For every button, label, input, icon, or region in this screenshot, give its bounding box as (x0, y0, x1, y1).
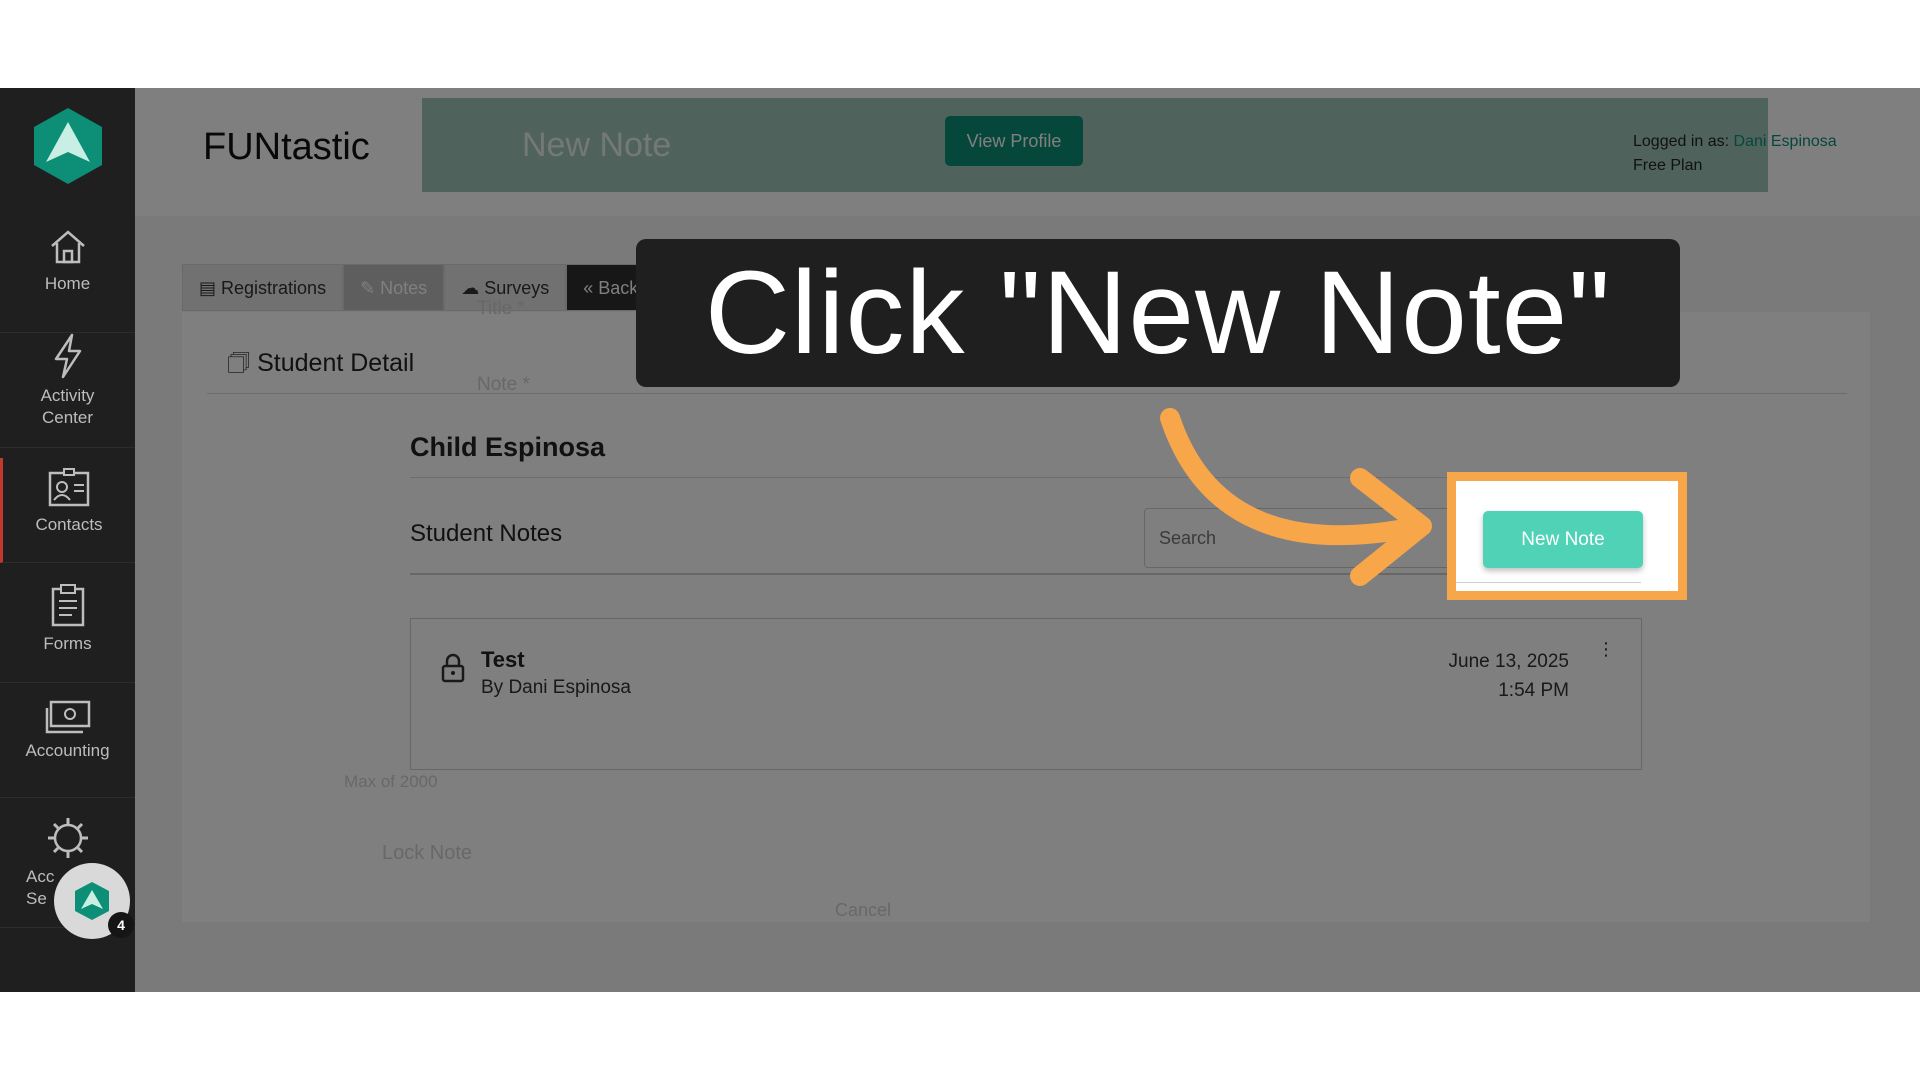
contact-card-icon (48, 468, 90, 507)
sidebar-item-contacts[interactable]: Contacts (0, 458, 135, 563)
sidebar-item-label: Forms (43, 634, 92, 653)
logo-icon[interactable] (32, 106, 104, 186)
notification-badge: 4 (108, 912, 134, 938)
sidebar-item-activity-center[interactable]: Activity Center (0, 333, 135, 448)
tutorial-callout: Click "New Note" (636, 239, 1680, 387)
clipboard-icon (51, 584, 84, 627)
sidebar-item-label: Home (44, 274, 91, 293)
sidebar-item-accounting[interactable]: Accounting (0, 688, 135, 798)
sidebar-item-home[interactable]: Home (0, 223, 135, 333)
sidebar-item-forms[interactable]: Forms (0, 573, 135, 683)
logo-icon (75, 882, 109, 920)
divider (1456, 582, 1641, 583)
new-note-button[interactable]: New Note (1483, 511, 1643, 568)
lightning-icon (54, 333, 81, 379)
screen: Home Activity Center Contacts Forms Acco… (0, 88, 1920, 992)
sidebar-item-label: Contacts (35, 515, 103, 534)
money-icon (45, 700, 90, 734)
sidebar: Home Activity Center Contacts Forms Acco… (0, 88, 135, 992)
arrow-icon (1160, 408, 1432, 586)
gear-icon (47, 818, 88, 858)
sidebar-item-label: Accounting (25, 741, 110, 760)
home-icon (50, 230, 85, 264)
sidebar-item-label: Activity Center (40, 386, 95, 427)
